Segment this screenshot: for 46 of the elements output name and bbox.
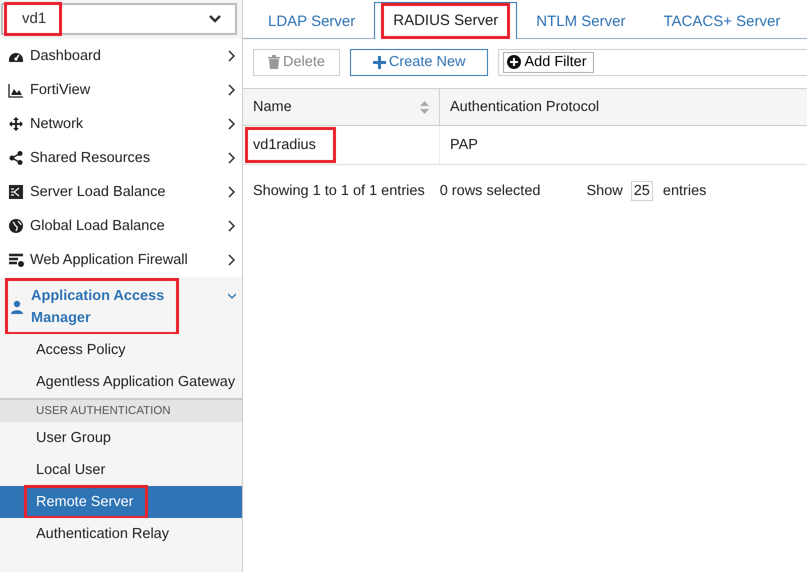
- add-filter-button[interactable]: Add Filter: [503, 52, 594, 72]
- menu-item[interactable]: Network: [0, 107, 242, 141]
- user-icon: [9, 299, 25, 315]
- column-header[interactable]: Authentication Protocol: [440, 88, 807, 126]
- menu-item[interactable]: FortiView: [0, 73, 242, 107]
- entries-label: entries: [662, 183, 706, 199]
- vdom-value: vd1: [6, 4, 60, 34]
- menu-label: Application Access Manager: [31, 287, 166, 328]
- menu-item[interactable]: Dashboard: [0, 39, 242, 73]
- arrows-icon: [8, 116, 24, 132]
- sort-icon: [420, 101, 429, 114]
- create-new-button[interactable]: Create New: [350, 48, 488, 76]
- chart-icon: [8, 82, 24, 98]
- globe-icon: [8, 218, 24, 234]
- vdom-select[interactable]: vd1: [1, 3, 237, 35]
- menu-item[interactable]: Global Load Balance: [0, 209, 242, 243]
- section-header: USER AUTHENTICATION: [0, 398, 242, 422]
- menu-label: FortiView: [30, 82, 90, 98]
- menu-item[interactable]: Shared Resources: [0, 141, 242, 175]
- table-cell: PAP: [450, 137, 478, 153]
- firewall-icon: [8, 252, 24, 268]
- submenu-item[interactable]: Remote Server: [0, 486, 242, 518]
- share-icon: [8, 150, 24, 166]
- page-size-field[interactable]: 25: [630, 181, 653, 201]
- caret-icon: [209, 15, 221, 23]
- menu-item[interactable]: Server Load Balance: [0, 175, 242, 209]
- menu-label: Dashboard: [30, 48, 101, 64]
- tab[interactable]: RADIUS Server: [374, 2, 518, 39]
- plus-icon: [372, 56, 386, 68]
- server-icon: [8, 184, 24, 200]
- tab[interactable]: TACACS+ Server: [644, 4, 800, 39]
- selection-info: 0 rows selected: [440, 183, 540, 199]
- tab[interactable]: LDAP Server: [249, 4, 374, 39]
- show-label: Show: [586, 183, 623, 199]
- menu-item[interactable]: Web Application Firewall: [0, 243, 242, 277]
- entries-info: Showing 1 to 1 of 1 entries: [253, 183, 425, 199]
- plus-circle-icon: [507, 55, 522, 69]
- menu-label: Global Load Balance: [30, 218, 165, 234]
- menu-label: Server Load Balance: [30, 184, 166, 200]
- tab[interactable]: NTLM Server: [517, 4, 644, 39]
- column-header[interactable]: Name: [243, 88, 440, 126]
- table-cell: vd1radius: [247, 129, 334, 161]
- menu-label: Shared Resources: [30, 150, 150, 166]
- menu-label: Web Application Firewall: [30, 252, 188, 268]
- menu-label: Network: [30, 116, 84, 132]
- trash-icon: [268, 55, 280, 69]
